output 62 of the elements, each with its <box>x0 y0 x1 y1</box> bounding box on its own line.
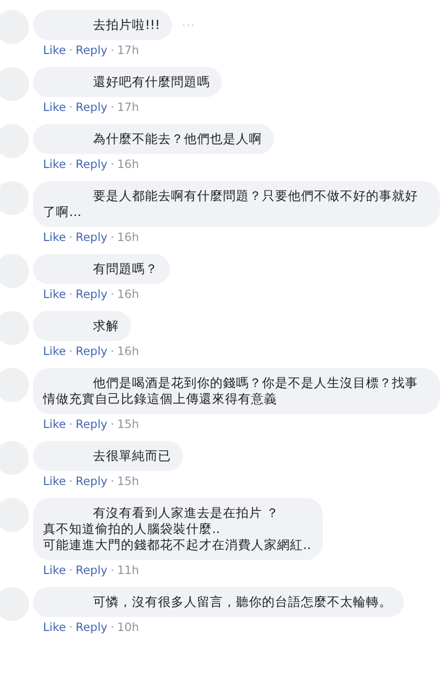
timestamp[interactable]: 11h <box>117 563 140 577</box>
timestamp[interactable]: 15h <box>117 474 140 488</box>
comment-text: 他們是喝酒是花到你的錢嗎？你是不是人生沒目標？找事情做充實自己比錄這個上傳還來得有意義 <box>43 375 419 407</box>
like-link[interactable]: Like <box>43 417 66 431</box>
reply-link[interactable]: Reply <box>76 100 108 114</box>
separator: · <box>110 287 114 301</box>
timestamp[interactable]: 17h <box>117 100 140 114</box>
comment-text: 有沒有看到人家進去是在拍片 ？ <box>92 505 280 521</box>
separator: · <box>110 100 114 114</box>
separator: · <box>110 474 114 488</box>
separator: · <box>68 620 73 634</box>
separator: · <box>68 230 73 244</box>
separator: · <box>110 344 114 358</box>
separator: · <box>68 417 73 431</box>
separator: · <box>110 43 114 57</box>
timestamp[interactable]: 15h <box>117 417 140 431</box>
reply-link[interactable]: Reply <box>76 230 108 244</box>
reply-link[interactable]: Reply <box>76 474 108 488</box>
like-link[interactable]: Like <box>43 287 66 301</box>
like-link[interactable]: Like <box>43 344 66 358</box>
separator: · <box>110 563 114 577</box>
separator: · <box>68 157 73 171</box>
separator: · <box>110 417 114 431</box>
reply-link[interactable]: Reply <box>76 417 108 431</box>
like-link[interactable]: Like <box>43 620 66 634</box>
timestamp[interactable]: 16h <box>117 344 140 358</box>
timestamp[interactable]: 16h <box>117 287 140 301</box>
separator: · <box>68 100 73 114</box>
separator: · <box>68 43 73 57</box>
comment-text: 求解 <box>92 318 119 334</box>
reply-link[interactable]: Reply <box>76 43 108 57</box>
like-link[interactable]: Like <box>43 157 66 171</box>
comment-text: 為什麼不能去？他們也是人啊 <box>92 131 262 147</box>
timestamp[interactable]: 10h <box>117 620 140 634</box>
reply-link[interactable]: Reply <box>76 287 108 301</box>
timestamp[interactable]: 16h <box>117 230 140 244</box>
reply-link[interactable]: Reply <box>76 157 108 171</box>
comment-text: 可能連進大門的錢都花不起才在消費人家網紅.. <box>43 537 311 553</box>
timestamp[interactable]: 16h <box>117 157 140 171</box>
separator: · <box>68 287 73 301</box>
separator: · <box>110 620 114 634</box>
separator: · <box>110 157 114 171</box>
like-link[interactable]: Like <box>43 563 66 577</box>
comment-text: 去拍片啦!!! <box>92 17 160 33</box>
comment-text: 真不知道偷拍的人腦袋裝什麼.. <box>43 521 221 537</box>
comment-text: 可憐，沒有很多人留言，聽你的台語怎麼不太輪轉。 <box>92 594 392 610</box>
comment-text: 要是人都能去啊有什麼問題？只要他們不做不好的事就好了啊… <box>43 188 419 220</box>
comment-text: 去很單純而已 <box>92 448 171 464</box>
like-link[interactable]: Like <box>43 474 66 488</box>
reply-link[interactable]: Reply <box>76 563 108 577</box>
like-link[interactable]: Like <box>43 43 66 57</box>
comment-text: 有問題嗎？ <box>92 261 158 277</box>
separator: · <box>110 230 114 244</box>
separator: · <box>68 344 73 358</box>
separator: · <box>68 474 73 488</box>
like-link[interactable]: Like <box>43 100 66 114</box>
separator: · <box>68 563 73 577</box>
comment-text: 還好吧有什麼問題嗎 <box>92 74 210 90</box>
timestamp[interactable]: 17h <box>117 43 140 57</box>
like-link[interactable]: Like <box>43 230 66 244</box>
reply-link[interactable]: Reply <box>76 344 108 358</box>
reply-link[interactable]: Reply <box>76 620 108 634</box>
